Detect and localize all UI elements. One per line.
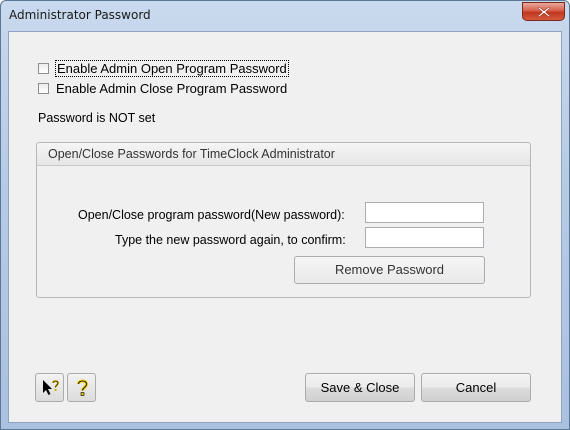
- enable-open-password-option[interactable]: Enable Admin Open Program Password: [38, 59, 289, 77]
- new-password-input[interactable]: [365, 202, 484, 223]
- close-icon: [538, 7, 550, 17]
- confirm-password-label: Type the new password again, to confirm:: [115, 233, 346, 247]
- close-button[interactable]: [522, 2, 565, 21]
- dialog-window: Administrator Password Enable Admin Open…: [0, 0, 570, 430]
- enable-close-password-checkbox[interactable]: [38, 82, 49, 94]
- enable-open-password-label[interactable]: Enable Admin Open Program Password: [55, 59, 289, 77]
- enable-close-password-option[interactable]: Enable Admin Close Program Password: [38, 79, 288, 97]
- title-bar[interactable]: Administrator Password: [1, 1, 569, 31]
- new-password-label: Open/Close program password(New password…: [78, 208, 345, 222]
- enable-open-password-checkbox[interactable]: [38, 62, 49, 74]
- passwords-groupbox: Open/Close Passwords for TimeClock Admin…: [36, 142, 531, 298]
- password-status-text: Password is NOT set: [38, 111, 156, 125]
- help-button[interactable]: [67, 373, 96, 402]
- cancel-button[interactable]: Cancel: [421, 373, 531, 402]
- confirm-password-input[interactable]: [365, 227, 484, 248]
- pointer-help-icon: [43, 380, 59, 395]
- remove-password-label: Remove Password: [334, 262, 445, 277]
- save-close-label: Save & Close: [320, 380, 400, 395]
- window-title: Administrator Password: [9, 8, 151, 22]
- dialog-client-area: Enable Admin Open Program Password Enabl…: [8, 31, 562, 423]
- context-help-button[interactable]: [35, 373, 64, 402]
- remove-password-button[interactable]: Remove Password: [294, 256, 485, 284]
- groupbox-header: Open/Close Passwords for TimeClock Admin…: [37, 143, 530, 166]
- cancel-label: Cancel: [455, 380, 497, 395]
- enable-close-password-label[interactable]: Enable Admin Close Program Password: [55, 81, 288, 96]
- save-close-button[interactable]: Save & Close: [305, 373, 415, 402]
- help-icon: [77, 379, 89, 396]
- groupbox-title: Open/Close Passwords for TimeClock Admin…: [48, 147, 335, 161]
